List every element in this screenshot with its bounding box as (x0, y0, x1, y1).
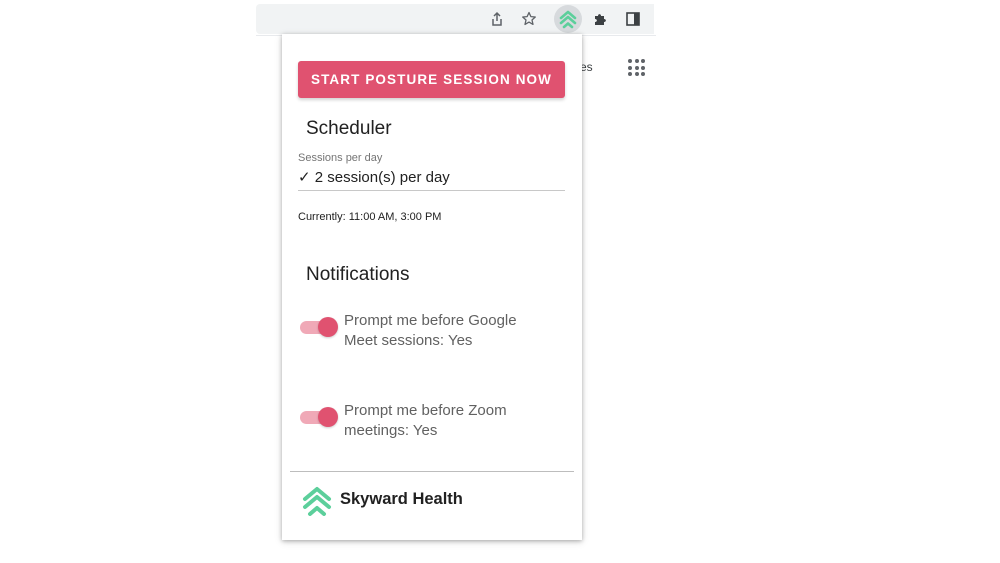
notifications-title: Notifications (306, 264, 410, 285)
footer-divider (290, 471, 574, 472)
skyward-logo-icon (302, 486, 332, 516)
current-schedule-text: Currently: 11:00 AM, 3:00 PM (298, 211, 442, 223)
google-meet-toggle-row: Prompt me before Google Meet sessions: Y… (300, 311, 570, 355)
side-panel-icon[interactable] (622, 8, 644, 30)
zoom-toggle-label: Prompt me before Zoom meetings: Yes (344, 402, 507, 439)
toggle-knob (318, 317, 338, 337)
sessions-per-day-select[interactable]: ✓ 2 session(s) per day (298, 168, 565, 191)
extension-popup: START POSTURE SESSION NOW Scheduler Sess… (282, 34, 582, 540)
google-meet-toggle-label: Prompt me before Google Meet sessions: Y… (344, 312, 517, 349)
apps-grid-icon[interactable] (628, 59, 645, 76)
skyward-extension-icon[interactable] (554, 5, 582, 33)
zoom-toggle-row: Prompt me before Zoom meetings: Yes (300, 401, 570, 445)
star-icon[interactable] (518, 8, 540, 30)
share-icon[interactable] (486, 8, 508, 30)
puzzle-icon[interactable] (590, 8, 612, 30)
start-posture-session-button[interactable]: START POSTURE SESSION NOW (298, 61, 565, 98)
google-meet-toggle[interactable] (300, 317, 338, 337)
toggle-knob (318, 407, 338, 427)
zoom-toggle[interactable] (300, 407, 338, 427)
scheduler-title: Scheduler (306, 118, 392, 139)
brand-name: Skyward Health (340, 490, 463, 508)
sessions-per-day-label: Sessions per day (298, 152, 383, 164)
